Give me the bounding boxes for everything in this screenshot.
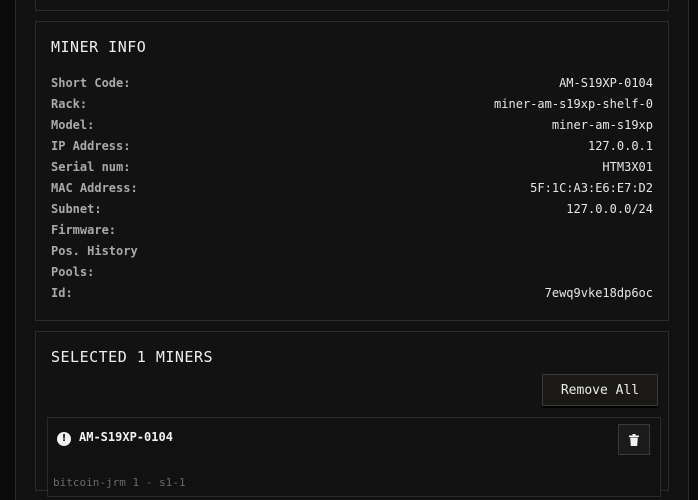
- info-label: Firmware:: [51, 222, 117, 237]
- info-label: IP Address:: [51, 138, 131, 153]
- miner-info-title: MINER INFO: [51, 38, 147, 56]
- selected-miner-card[interactable]: ! AM-S19XP-0104 bitcoin-jrm 1 - s1-1: [47, 417, 661, 497]
- info-value: miner-am-s19xp-shelf-0: [494, 96, 653, 111]
- info-label: Pools:: [51, 264, 95, 279]
- trash-icon: [629, 433, 639, 446]
- info-row: Id: 7ewq9vke18dp6oc: [51, 282, 653, 303]
- info-value: 5F:1C:A3:E6:E7:D2: [530, 180, 653, 195]
- info-label: MAC Address:: [51, 180, 138, 195]
- remove-miner-button[interactable]: [618, 424, 650, 455]
- miner-name: AM-S19XP-0104: [79, 430, 173, 444]
- info-row: Pools:: [51, 261, 653, 282]
- previous-panel: [35, 0, 669, 11]
- info-row: MAC Address: 5F:1C:A3:E6:E7:D2: [51, 177, 653, 198]
- info-value: 7ewq9vke18dp6oc: [544, 285, 653, 300]
- miner-subtext: bitcoin-jrm 1 - s1-1: [53, 476, 186, 489]
- remove-all-button[interactable]: Remove All: [542, 374, 658, 406]
- alert-icon: !: [57, 432, 71, 446]
- info-label: Rack:: [51, 96, 88, 111]
- info-label: Short Code:: [51, 75, 131, 90]
- info-value: miner-am-s19xp: [551, 117, 653, 132]
- info-row: Serial num: HTM3X01: [51, 156, 653, 177]
- info-value: 127.0.0.0/24: [566, 201, 653, 216]
- info-label: Serial num:: [51, 159, 131, 174]
- info-value: 127.0.0.1: [587, 138, 653, 153]
- info-row: Model: miner-am-s19xp: [51, 114, 653, 135]
- info-row: IP Address: 127.0.0.1: [51, 135, 653, 156]
- info-value: HTM3X01: [602, 159, 653, 174]
- info-row: Rack: miner-am-s19xp-shelf-0: [51, 93, 653, 114]
- info-label: Id:: [51, 285, 73, 300]
- info-label: Subnet:: [51, 201, 102, 216]
- selected-miners-title: SELECTED 1 MINERS: [51, 348, 214, 366]
- info-row: Firmware:: [51, 219, 653, 240]
- info-row: Pos. History: [51, 240, 653, 261]
- info-row: Subnet: 127.0.0.0/24: [51, 198, 653, 219]
- miner-info-panel: MINER INFO Short Code: AM-S19XP-0104 Rack:…: [35, 21, 669, 321]
- info-label: Pos. History: [51, 243, 138, 258]
- info-label: Model:: [51, 117, 95, 132]
- selected-miners-panel: SELECTED 1 MINERS Remove All ! AM-S19XP-…: [35, 331, 669, 497]
- info-value: AM-S19XP-0104: [559, 75, 653, 90]
- info-row: Short Code: AM-S19XP-0104: [51, 72, 653, 93]
